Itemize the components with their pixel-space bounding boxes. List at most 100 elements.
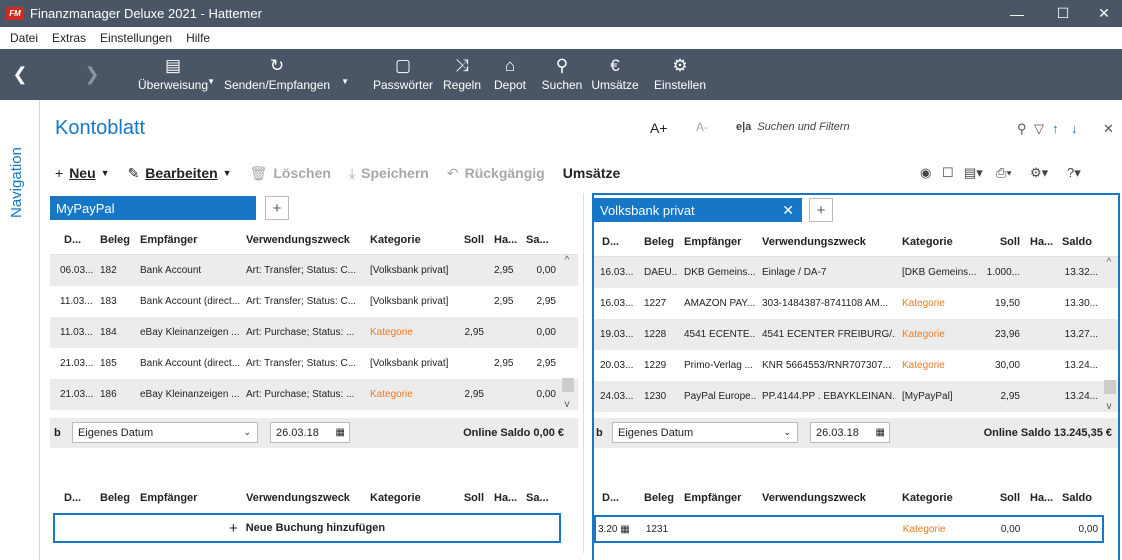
forward-button[interactable]: ❯ — [72, 49, 112, 100]
menu-einstellungen[interactable]: Einstellungen — [100, 31, 172, 45]
depot-button[interactable]: ⌂ Depot — [490, 49, 530, 100]
undo-button[interactable]: ↶ Rückgängig — [447, 165, 545, 182]
table-row[interactable]: 19.03... 1228 4541 ECENTE... 4541 ECENTER F… — [594, 319, 1118, 350]
table-cell: eBay Kleinanzeigen ... — [140, 389, 240, 400]
help-icon[interactable]: ?▾ — [1067, 165, 1081, 181]
sales-toggle[interactable]: Umsätze — [563, 165, 621, 181]
arrow-down-icon[interactable]: ↓ — [1071, 121, 1078, 136]
table-cell: 303-1484387-8741108 AM... — [762, 298, 889, 309]
new-entry-row[interactable]: 3.20 ▦ 1231 Kategorie 0,00 0,00 — [594, 515, 1104, 543]
date-mode-select[interactable]: Eigenes Datum ⌄ — [72, 422, 258, 443]
add-booking-button[interactable]: + Neue Buchung hinzufügen — [53, 513, 561, 543]
menu-datei[interactable]: Datei — [10, 31, 38, 45]
passwords-button[interactable]: ▢ Passwörter — [372, 49, 434, 100]
close-button[interactable]: ✕ — [1086, 0, 1122, 27]
table-cell: [MyPayPal] — [902, 391, 953, 402]
tab-volksbank-privat[interactable]: Volksbank privat ✕ — [594, 198, 802, 222]
tab-mypaypal[interactable]: MyPayPal — [50, 196, 256, 220]
table-row[interactable]: 16.03... DAEU... DKB Gemeins... Einlage / D… — [594, 257, 1118, 288]
eye-icon[interactable]: ◉ — [920, 165, 931, 181]
table-cell: Art: Transfer; Status: C... — [246, 265, 357, 276]
scrollbar[interactable]: ^ v — [560, 255, 574, 410]
menu-extras[interactable]: Extras — [52, 31, 86, 45]
table-cell: 1230 — [644, 391, 667, 402]
chevron-down-icon: ⌄ — [783, 427, 791, 437]
save-button[interactable]: ⤓ Speichern — [349, 165, 429, 182]
left-transactions-table: D... Beleg Empfänger Verwendungszweck Ka… — [50, 225, 578, 410]
table-cell: 16.03... — [600, 267, 634, 278]
action-bar: + Neu ▼ ✎ Bearbeiten ▼ 🗑 Löschen ⤓ Speichern ↶… — [55, 163, 638, 183]
add-tab-button[interactable]: + — [265, 196, 289, 220]
new-button[interactable]: + Neu ▼ — [55, 165, 110, 181]
date-input[interactable]: 26.03.18 ▦ — [810, 422, 890, 443]
gear-icon[interactable]: ⚙▾ — [1030, 165, 1048, 181]
minimize-button[interactable]: — — [994, 0, 1040, 27]
scrollbar[interactable]: ^ v — [1102, 257, 1116, 412]
menu-hilfe[interactable]: Hilfe — [186, 31, 210, 45]
square-icon[interactable]: ☐ — [942, 165, 954, 181]
table-cell: KNR 5664553/RNR707307... — [762, 360, 891, 371]
table-cell: 13.24... — [1064, 391, 1098, 402]
close-search-icon[interactable]: ✕ — [1103, 121, 1114, 137]
chevron-down-icon[interactable]: ▼ — [207, 77, 215, 86]
new-entry-category[interactable]: Kategorie — [897, 524, 987, 535]
search-input[interactable]: e|a Suchen und Filtern — [736, 121, 850, 133]
font-smaller-button[interactable]: A- — [696, 120, 708, 134]
table-row[interactable]: 11.03... 183 Bank Account (direct... Art: T… — [50, 286, 578, 317]
new-entry-saldo[interactable]: 0,00 — [1056, 524, 1102, 535]
navigation-label[interactable]: Navigation — [8, 147, 25, 218]
table-cell: 1228 — [644, 329, 667, 340]
chevron-down-icon[interactable]: ▼ — [341, 77, 349, 86]
settings-button[interactable]: ⚙ Einstellen — [650, 49, 710, 100]
table-row[interactable]: 06.03... 182 Bank Account Art: Transfer; St… — [50, 255, 578, 286]
edit-button[interactable]: ✎ Bearbeiten ▼ — [128, 165, 232, 182]
table-row[interactable]: 20.03... 1229 Primo-Verlag ... KNR 5664553/… — [594, 350, 1118, 381]
table-row[interactable]: 24.03... 1230 PayPal Europe... PP.4144.PP .… — [594, 381, 1118, 412]
table-cell: 2,95 — [494, 265, 514, 276]
rules-button[interactable]: ⤨ Regeln — [437, 49, 487, 100]
new-entry-date[interactable]: 3.20 ▦ — [596, 524, 640, 535]
table-cell: 19,50 — [994, 298, 1020, 309]
back-button[interactable]: ❮ — [0, 49, 40, 100]
maximize-button[interactable]: ☐ — [1040, 0, 1086, 27]
close-tab-icon[interactable]: ✕ — [782, 202, 794, 219]
table-row[interactable]: 11.03... 184 eBay Kleinanzeigen ... Art: Pu… — [50, 317, 578, 348]
calendar-icon[interactable]: ▦ — [620, 524, 629, 535]
table-row[interactable]: 21.03... 186 eBay Kleinanzeigen ... Art: Pu… — [50, 379, 578, 410]
new-entry-soll[interactable]: 0,00 — [986, 524, 1024, 535]
calendar-icon[interactable]: ▦ — [336, 427, 345, 438]
delete-button[interactable]: 🗑 Löschen — [250, 165, 331, 182]
pane-divider[interactable] — [583, 193, 584, 553]
chevron-down-icon: ▼ — [222, 168, 232, 178]
date-mode-select[interactable]: Eigenes Datum ⌄ — [612, 422, 798, 443]
add-tab-button[interactable]: + — [809, 198, 833, 222]
table-cell: Art: Purchase; Status: ... — [246, 327, 355, 338]
table-row[interactable]: 21.03... 185 Bank Account (direct... Art: T… — [50, 348, 578, 379]
table-row[interactable]: 16.03... 1227 AMAZON PAY... 303-1484387-874… — [594, 288, 1118, 319]
calendar-icon[interactable]: ▦ — [876, 427, 885, 438]
table-cell: 0,00 — [536, 265, 556, 276]
document-icon[interactable]: ▤▾ — [964, 165, 983, 181]
table-cell: Kategorie — [370, 389, 413, 400]
sales-button[interactable]: € Umsätze — [590, 49, 640, 100]
new-entry-beleg[interactable]: 1231 — [640, 524, 680, 535]
table-cell: 185 — [100, 358, 117, 369]
navigation-panel[interactable]: Navigation — [0, 100, 40, 560]
filter-icon[interactable]: ▽ — [1034, 121, 1044, 137]
table-cell: 1229 — [644, 360, 667, 371]
search-button[interactable]: ⚲ Suchen — [538, 49, 586, 100]
date-input[interactable]: 26.03.18 ▦ — [270, 422, 350, 443]
send-receive-button[interactable]: ↻ Senden/Empfangen ▼ — [219, 49, 349, 100]
search-icon[interactable]: ⚲ — [1017, 121, 1027, 137]
transfer-button[interactable]: ▤ Überweisung ▼ — [138, 49, 215, 100]
table-cell: Kategorie — [902, 329, 945, 340]
table-cell: [DKB Gemeins... — [902, 267, 977, 278]
right-footer: b Eigenes Datum ⌄ 26.03.18 ▦ Online Sald… — [594, 418, 1118, 448]
table-cell: PP.4144.PP . EBAYKLEINAN... — [762, 391, 896, 402]
undo-icon: ↶ — [446, 164, 459, 181]
print-icon[interactable]: ⎙▾ — [996, 165, 1012, 181]
plus-icon: + — [55, 165, 64, 181]
table-cell: AMAZON PAY... — [684, 298, 756, 309]
arrow-up-icon[interactable]: ↑ — [1052, 121, 1059, 136]
font-larger-button[interactable]: A+ — [650, 120, 668, 136]
